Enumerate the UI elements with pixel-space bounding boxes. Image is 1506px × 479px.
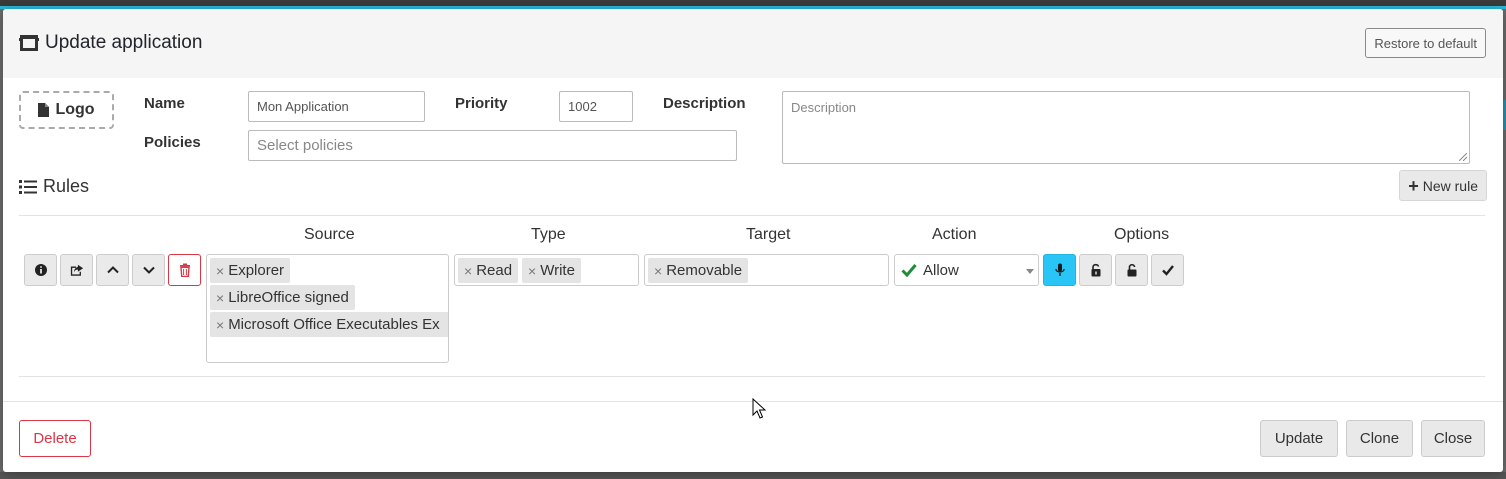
share-icon (70, 264, 83, 276)
restore-default-button[interactable]: Restore to default (1365, 28, 1486, 58)
check-icon (901, 264, 917, 277)
chevron-up-icon (106, 266, 119, 274)
rules-divider-top (19, 215, 1485, 216)
list-icon (19, 179, 37, 194)
rules-heading-text: Rules (43, 176, 90, 196)
priority-label: Priority (455, 95, 508, 112)
unlock-icon (1127, 263, 1136, 277)
new-rule-label: New rule (1422, 177, 1478, 194)
rule-info-button[interactable] (24, 254, 57, 286)
source-tag-label: Microsoft Office Executables Ex (228, 316, 440, 333)
option-check-toggle[interactable] (1151, 254, 1184, 286)
name-label: Name (144, 95, 185, 112)
close-button[interactable]: Close (1421, 420, 1485, 457)
chevron-down-icon (142, 266, 155, 274)
clone-button[interactable]: Clone (1346, 420, 1413, 457)
unlock-alt-icon (1091, 263, 1100, 277)
tag-remove-icon[interactable]: × (464, 263, 472, 279)
tag-remove-icon[interactable]: × (216, 290, 224, 306)
dialog-title-text: Update application (45, 32, 203, 53)
update-button[interactable]: Update (1260, 420, 1338, 457)
column-action: Action (932, 226, 977, 243)
trash-icon (179, 263, 190, 277)
action-value: Allow (923, 261, 959, 279)
update-application-dialog: Update application Restore to default Lo… (3, 9, 1503, 472)
tag-remove-icon[interactable]: × (654, 263, 662, 279)
check-icon (1161, 265, 1174, 276)
logo-label: Logo (55, 101, 95, 118)
description-placeholder: Description (791, 100, 857, 115)
rule-share-button[interactable] (60, 254, 93, 286)
policies-select[interactable]: Select policies (248, 130, 737, 161)
rule-delete-button[interactable] (168, 254, 201, 286)
action-select[interactable]: Allow (894, 254, 1039, 286)
tag-remove-icon[interactable]: × (528, 263, 536, 279)
delete-button[interactable]: Delete (19, 420, 91, 457)
mouse-cursor-icon (752, 398, 766, 419)
source-tag-input[interactable]: × Explorer × LibreOffice signed × Micros… (206, 254, 449, 363)
type-tag[interactable]: × Write (522, 258, 581, 283)
column-target: Target (746, 226, 791, 243)
column-source: Source (304, 226, 355, 243)
option-unlock-alt-toggle[interactable] (1079, 254, 1112, 286)
source-tag[interactable]: × Explorer (210, 258, 291, 283)
column-type: Type (531, 226, 566, 243)
column-options: Options (1114, 226, 1170, 243)
rules-divider-bottom (19, 376, 1485, 377)
dialog-header: Update application Restore to default (3, 9, 1503, 78)
target-tag[interactable]: × Removable (648, 258, 749, 283)
info-icon (34, 264, 47, 276)
type-tag-label: Write (540, 262, 575, 279)
microphone-icon (1054, 263, 1065, 276)
tag-remove-icon[interactable]: × (216, 317, 224, 333)
source-tag[interactable]: × LibreOffice signed (210, 285, 355, 310)
source-tag[interactable]: × Microsoft Office Executables Ex (210, 312, 448, 337)
name-input[interactable]: Mon Application (248, 91, 425, 122)
option-unlock-toggle[interactable] (1115, 254, 1148, 286)
target-tag-label: Removable (666, 262, 743, 279)
backdrop-bottom (0, 472, 1506, 479)
target-tag-input[interactable]: × Removable (644, 254, 889, 286)
source-tag-label: Explorer (228, 262, 285, 279)
rules-heading: Rules (19, 176, 89, 197)
logo-upload-button[interactable]: Logo (19, 91, 114, 129)
tag-remove-icon[interactable]: × (216, 263, 224, 279)
priority-input[interactable]: 1002 (559, 91, 633, 122)
description-label: Description (663, 95, 746, 112)
description-textarea[interactable]: Description (782, 91, 1470, 164)
type-tag-input[interactable]: × Read × Write (454, 254, 639, 286)
dialog-title: Update application (19, 32, 202, 54)
plus-icon: + (1408, 175, 1419, 196)
resize-grip-icon[interactable] (1459, 153, 1467, 161)
dropdown-caret-icon (1026, 269, 1034, 274)
file-icon (38, 103, 50, 117)
policies-label: Policies (144, 134, 201, 151)
rule-move-down-button[interactable] (132, 254, 165, 286)
type-tag[interactable]: × Read (458, 258, 519, 283)
window-icon (19, 35, 39, 51)
rule-move-up-button[interactable] (96, 254, 129, 286)
source-tag-label: LibreOffice signed (228, 289, 349, 306)
new-rule-button[interactable]: + New rule (1399, 170, 1487, 201)
option-microphone-toggle[interactable] (1043, 254, 1076, 286)
type-tag-label: Read (476, 262, 513, 279)
